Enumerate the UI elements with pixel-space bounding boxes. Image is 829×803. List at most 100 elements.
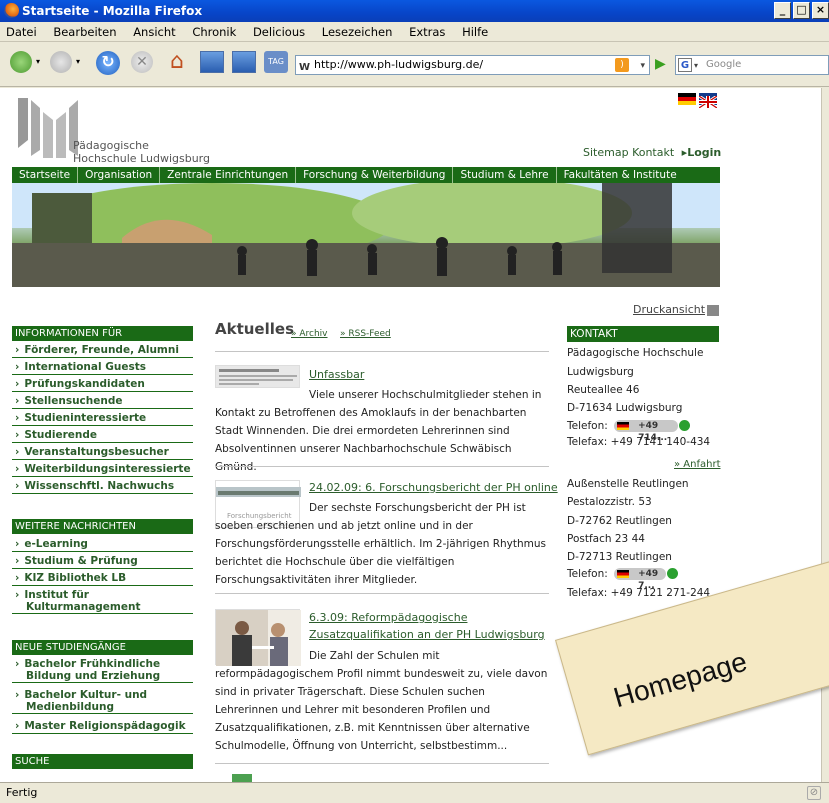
uk-flag-icon[interactable] <box>698 93 718 110</box>
nav-zentrale-einrichtungen[interactable]: Zentrale Einrichtungen <box>160 167 297 183</box>
archiv-link[interactable]: » Archiv <box>291 329 328 339</box>
sidebar-item-studierende[interactable]: Studierende <box>12 429 193 443</box>
news-body-unfassbar: Viele unserer Hochschulmitglieder stehen… <box>215 389 542 473</box>
sidebar-item-elearning[interactable]: e-Learning <box>12 538 193 552</box>
status-text: Fertig <box>6 786 38 799</box>
news-title-unfassbar[interactable]: Unfassbar <box>309 366 364 383</box>
sidebar-item-veranstaltung[interactable]: Veranstaltungsbesucher <box>12 446 193 460</box>
sidebar-item-bachelor-kultur[interactable]: Bachelor Kultur- und Medienbildung <box>12 689 193 714</box>
menu-datei[interactable]: Datei <box>6 25 37 39</box>
browser-window: Startseite - Mozilla Firefox _ □ × Datei… <box>0 0 829 803</box>
anfahrt-link[interactable]: » Anfahrt <box>674 459 721 470</box>
address-bar[interactable]: W http://www.ph-ludwigsburg.de/ ) ▾ <box>295 55 650 75</box>
kontakt-line: D-71634 Ludwigsburg <box>567 402 683 414</box>
maximize-button[interactable]: □ <box>793 2 810 19</box>
sidebar-item-international[interactable]: International Guests <box>12 361 193 375</box>
go-icon[interactable]: ▶ <box>655 56 666 72</box>
url-dropdown-icon[interactable]: ▾ <box>640 57 645 75</box>
close-button[interactable]: × <box>812 2 829 19</box>
title-bar: Startseite - Mozilla Firefox _ □ × <box>0 0 829 22</box>
kontakt-line: Pestalozzistr. 53 <box>567 496 652 508</box>
sidebar-item-bachelor-fruehkindlich[interactable]: Bachelor Frühkindliche Bildung und Erzie… <box>12 658 193 683</box>
back-dropdown-icon[interactable]: ▾ <box>36 57 40 66</box>
divider <box>215 763 549 764</box>
nav-organisation[interactable]: Organisation <box>78 167 161 183</box>
news-body-reformpaedagogik: Die Zahl der Schulen mit reformpädagogis… <box>215 650 548 752</box>
news-body-forschungsbericht: Der sechste Forschungsbericht der PH ist… <box>215 502 547 586</box>
sidebar-item-kulturmanagement[interactable]: Institut für Kulturmanagement <box>12 589 193 614</box>
search-placeholder: Google <box>706 59 742 70</box>
site-favicon-icon: W <box>299 62 311 73</box>
menu-delicious[interactable]: Delicious <box>253 25 305 39</box>
nav-fakultaeten[interactable]: Fakultäten & Institute <box>557 167 684 183</box>
menu-bar: Datei Bearbeiten Ansicht Chronik Delicio… <box>0 22 829 42</box>
news-image-unfassbar[interactable] <box>215 365 300 388</box>
menu-bearbeiten[interactable]: Bearbeiten <box>53 25 116 39</box>
nav-startseite[interactable]: Startseite <box>12 167 79 183</box>
nav-forschung[interactable]: Forschung & Weiterbildung <box>296 167 454 183</box>
sidebar-item-master-religion[interactable]: Master Religionspädagogik <box>12 720 193 734</box>
kontakt-header: KONTAKT <box>567 326 719 342</box>
status-bar: Fertig ⊘ <box>0 782 829 803</box>
search-box[interactable]: G ▾ Google <box>675 55 829 75</box>
rss-feed-link[interactable]: » RSS-Feed <box>340 329 391 339</box>
navigation-toolbar: ▾ ▾ ↻ ✕ ⌂ TAG W http://www.ph-ludwigsbur… <box>0 43 829 87</box>
kontakt-fax: Telefax: +49 7141 140-434 <box>567 436 711 448</box>
google-icon[interactable]: G <box>678 58 692 72</box>
stop-icon[interactable]: ✕ <box>131 51 153 73</box>
forward-icon[interactable] <box>50 51 72 73</box>
window-title: Startseite - Mozilla Firefox <box>22 4 203 18</box>
menu-extras[interactable]: Extras <box>409 25 445 39</box>
sidebar-item-kiz[interactable]: KIZ Bibliothek LB <box>12 572 193 586</box>
news-title-reformpaedagogik[interactable]: 6.3.09: Reformpädagogische Zusatzqualifi… <box>309 609 551 643</box>
menu-chronik[interactable]: Chronik <box>192 25 236 39</box>
tag-icon[interactable]: TAG <box>264 51 288 73</box>
firefox-icon <box>4 3 19 18</box>
divider <box>215 351 549 352</box>
minimize-button[interactable]: _ <box>774 2 791 19</box>
sidebar-item-studieninteressierte[interactable]: Studieninteressierte <box>12 412 193 426</box>
kontakt-line: D-72713 Reutlingen <box>567 551 672 563</box>
url-text: http://www.ph-ludwigsburg.de/ <box>314 58 484 71</box>
sidebar-item-foerderer[interactable]: Förderer, Freunde, Alumni <box>12 344 193 358</box>
news-image-partial <box>232 774 252 782</box>
news-title-forschungsbericht[interactable]: 24.02.09: 6. Forschungsbericht der PH on… <box>309 479 558 496</box>
home-icon[interactable]: ⌂ <box>165 51 189 75</box>
kontakt-phone-row: Telefon: +49 714... <box>567 419 691 443</box>
sidebar-item-pruefung[interactable]: Prüfungskandidaten <box>12 378 193 392</box>
aktuelles-heading: Aktuelles <box>215 320 294 338</box>
sitemap-link[interactable]: Sitemap <box>583 146 629 159</box>
reload-icon[interactable]: ↻ <box>96 51 120 75</box>
homepage-label: Homepage <box>610 645 751 714</box>
search-engine-dropdown-icon[interactable]: ▾ <box>694 57 698 75</box>
sidebar-item-weiterbildung[interactable]: Weiterbildungsinteressierte <box>12 463 193 477</box>
menu-ansicht[interactable]: Ansicht <box>133 25 175 39</box>
bookmarks-icon[interactable] <box>200 51 224 73</box>
telefon-label: Telefon: <box>567 420 608 432</box>
sidebar-item-stellen[interactable]: Stellensuchende <box>12 395 193 409</box>
sidebar-icon[interactable] <box>232 51 256 73</box>
divider <box>215 466 549 467</box>
druckansicht-link[interactable]: Druckansicht <box>633 303 720 316</box>
back-icon[interactable] <box>10 51 32 73</box>
campus-banner-image <box>12 183 720 287</box>
sidebar-item-nachwuchs[interactable]: Wissenschftl. Nachwuchs <box>12 480 193 494</box>
forward-dropdown-icon[interactable]: ▾ <box>76 57 80 66</box>
skype-call-button[interactable]: +49 714... <box>614 420 691 443</box>
menu-lesezeichen[interactable]: Lesezeichen <box>322 25 393 39</box>
skype-call-button[interactable]: +49 7... <box>614 568 679 591</box>
divider <box>215 593 549 594</box>
info-header: INFORMATIONEN FÜR <box>12 326 193 341</box>
kontakt-line: Außenstelle Reutlingen <box>567 478 689 490</box>
german-flag-icon[interactable] <box>678 93 696 105</box>
kontakt-link[interactable]: Kontakt <box>632 146 674 159</box>
login-link[interactable]: Login <box>687 146 721 159</box>
rss-icon[interactable]: ) <box>615 58 629 72</box>
printer-icon <box>707 304 720 316</box>
neue-header: NEUE STUDIENGÄNGE <box>12 640 193 655</box>
top-links: Sitemap Kontakt ▸Login <box>583 146 721 159</box>
sidebar-item-studium-pruefung[interactable]: Studium & Prüfung <box>12 555 193 569</box>
kontakt-fax: Telefax: +49 7121 271-244 <box>567 587 711 599</box>
nav-studium[interactable]: Studium & Lehre <box>453 167 557 183</box>
menu-hilfe[interactable]: Hilfe <box>462 25 488 39</box>
